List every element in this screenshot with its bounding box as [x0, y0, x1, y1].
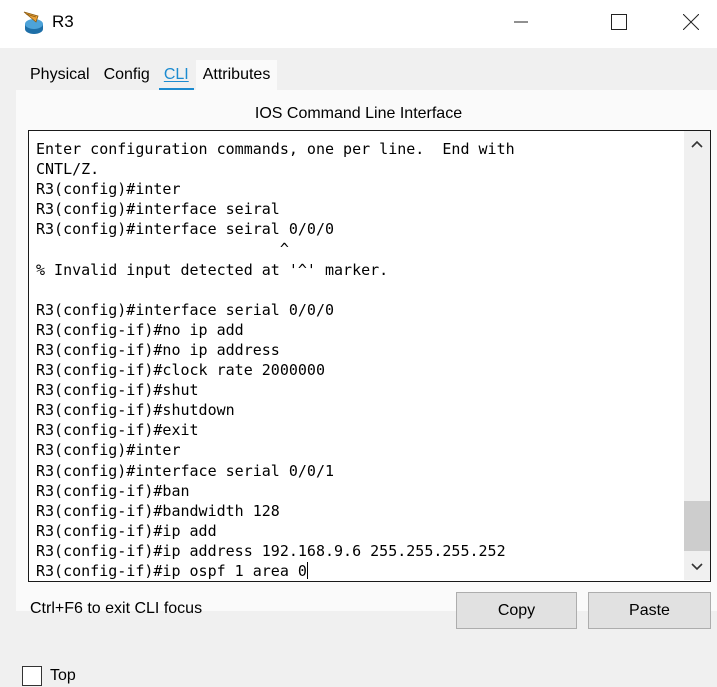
tab-physical[interactable]: Physical	[16, 60, 97, 90]
cli-line: R3(config)#interface seiral 0/0/0	[36, 220, 335, 239]
cli-line: R3(config-if)#no ip address	[36, 340, 280, 359]
router-icon	[23, 11, 43, 34]
paste-button[interactable]: Paste	[588, 592, 711, 629]
tab-config[interactable]: Config	[97, 60, 157, 90]
cli-terminal[interactable]: Enter configuration commands, one per li…	[28, 130, 711, 582]
scroll-down-button[interactable]	[684, 554, 710, 580]
cli-line: R3(config-if)#ban	[36, 481, 190, 500]
cli-line: Enter configuration commands, one per li…	[36, 140, 515, 158]
cli-line: R3(config-if)#shutdown	[36, 401, 235, 420]
scroll-up-button[interactable]	[684, 131, 710, 157]
tab-cli[interactable]: CLI	[157, 60, 196, 90]
cli-line: R3(config-if)#bandwidth 128	[36, 501, 280, 520]
tab-bar: Physical Config CLI Attributes	[16, 60, 278, 90]
scroll-thumb[interactable]	[684, 501, 710, 551]
cli-output[interactable]: Enter configuration commands, one per li…	[36, 139, 681, 581]
copy-button[interactable]: Copy	[456, 592, 577, 629]
section-title: IOS Command Line Interface	[254, 105, 463, 122]
title-bar: R3	[0, 0, 717, 48]
window-title: R3	[52, 12, 74, 31]
cli-line: R3(config-if)#ip ospf 1 area 0	[36, 561, 308, 580]
cli-line: CNTL/Z.	[36, 160, 100, 179]
cli-line: % Invalid input detected at '^' marker.	[36, 260, 389, 279]
tab-attributes[interactable]: Attributes	[195, 60, 278, 90]
cli-line: ^	[36, 240, 289, 259]
cli-line: R3(config)#interface seiral	[36, 200, 280, 219]
vertical-scrollbar[interactable]	[684, 131, 710, 580]
close-icon	[683, 14, 699, 30]
cli-line: R3(config)#interface serial 0/0/1	[36, 461, 335, 480]
chevron-down-icon	[691, 563, 703, 571]
top-checkbox[interactable]	[22, 666, 42, 686]
cli-line: R3(config)#inter	[36, 180, 181, 199]
chevron-up-icon	[691, 140, 703, 148]
cli-line: R3(config-if)#exit	[36, 421, 199, 440]
cli-line: R3(config-if)#no ip add	[36, 320, 244, 339]
cli-line: R3(config-if)#shut	[36, 381, 199, 400]
minimize-icon	[514, 21, 528, 23]
minimize-button[interactable]	[493, 0, 549, 44]
cli-focus-hint: Ctrl+F6 to exit CLI focus	[30, 600, 203, 617]
cli-line: R3(config)#interface serial 0/0/0	[36, 300, 335, 319]
cli-line: R3(config)#inter	[36, 441, 181, 460]
top-checkbox-label: Top	[50, 667, 76, 684]
text-cursor	[306, 561, 308, 579]
cli-line	[36, 280, 681, 300]
maximize-button[interactable]	[591, 0, 647, 44]
maximize-icon	[611, 14, 627, 30]
cli-line: R3(config-if)#ip address 192.168.9.6 255…	[36, 541, 506, 560]
cli-line: R3(config-if)#ip add	[36, 521, 217, 540]
cli-line: R3(config-if)#clock rate 2000000	[36, 361, 325, 380]
close-button[interactable]	[663, 0, 717, 44]
